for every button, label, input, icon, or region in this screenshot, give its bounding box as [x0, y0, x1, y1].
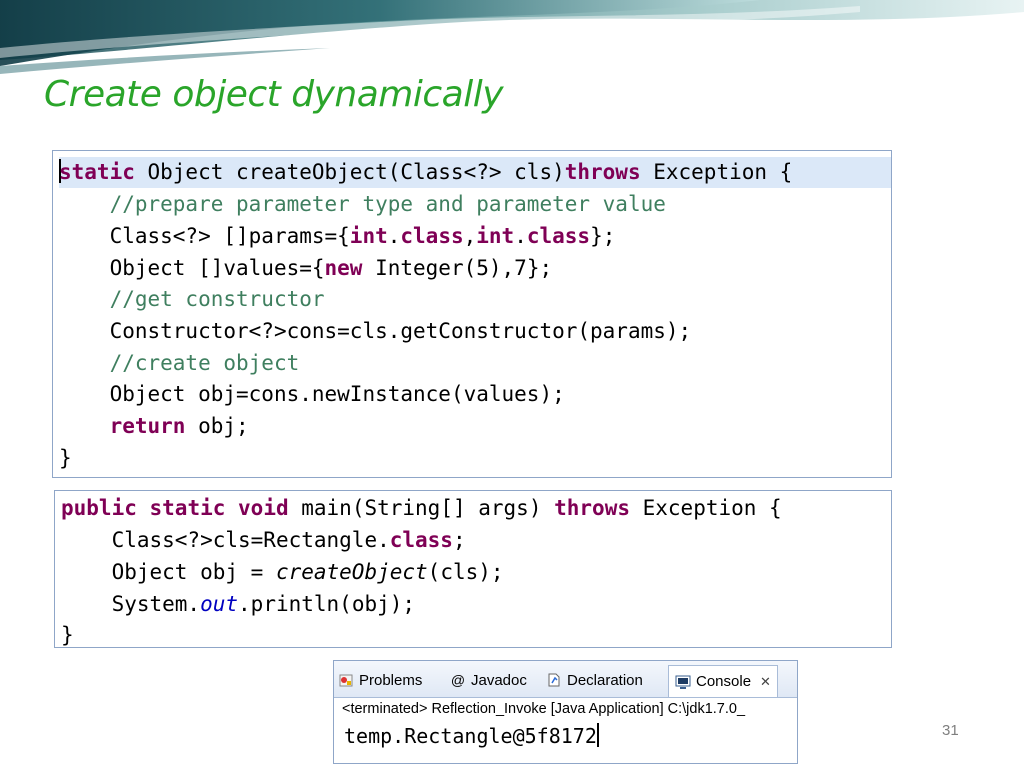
keyword-new: new	[324, 256, 363, 280]
console-status-line: <terminated> Reflection_Invoke [Java App…	[342, 701, 746, 717]
keyword-int: int	[476, 224, 515, 248]
code-text: ;	[452, 528, 466, 552]
code-text: }	[59, 446, 72, 470]
code-text: Class<?>cls=Rectangle.	[111, 528, 390, 552]
code-text: Integer(5),7};	[362, 256, 553, 280]
code-panel-create-object: static Object createObject(Class<?> cls)…	[52, 150, 892, 478]
problems-icon	[338, 672, 354, 688]
slide-title: Create object dynamically	[44, 74, 504, 115]
console-output-text: temp.Rectangle@5f8172	[344, 724, 597, 748]
tab-label: Console	[696, 673, 752, 690]
header-wave-decoration	[0, 0, 1024, 74]
code-text: obj;	[185, 414, 249, 438]
console-view: Problems @ Javadoc Declaration Console ✕…	[333, 660, 798, 764]
code-text: Object obj=cons.newInstance(values);	[109, 382, 565, 406]
keyword-int: int	[349, 224, 388, 248]
keyword-public: public	[61, 496, 137, 520]
code-text: .	[514, 224, 527, 248]
code-comment: //create object	[109, 351, 300, 375]
console-tab-bar: Problems @ Javadoc Declaration Console ✕	[334, 661, 797, 698]
keyword-static: static	[59, 160, 135, 184]
code-line-7: //create object	[59, 348, 300, 379]
static-field: out	[200, 592, 239, 616]
code-text: System.	[111, 592, 201, 616]
code-line-4: System.out.println(obj);	[61, 589, 415, 620]
keyword-throws: throws	[554, 496, 630, 520]
code-line-10: }	[59, 443, 72, 474]
code-text: Object obj =	[111, 560, 276, 584]
code-line-6: Constructor<?>cons=cls.getConstructor(pa…	[59, 316, 692, 347]
code-text: Constructor<?>cons=cls.getConstructor(pa…	[109, 319, 692, 343]
keyword-throws: throws	[564, 160, 641, 184]
code-line-8: Object obj=cons.newInstance(values);	[59, 379, 565, 410]
code-line-3: Object obj = createObject(cls);	[61, 557, 504, 588]
console-icon	[675, 674, 691, 690]
code-line-1: public static void main(String[] args) t…	[61, 493, 782, 524]
code-text: }	[61, 623, 74, 647]
javadoc-icon: @	[450, 672, 466, 688]
code-line-1: static Object createObject(Class<?> cls)…	[59, 157, 891, 188]
tab-label: Problems	[359, 671, 423, 689]
tab-declaration[interactable]: Declaration	[546, 667, 643, 693]
tab-console[interactable]: Console ✕	[668, 665, 778, 697]
keyword-class: class	[400, 224, 464, 248]
code-line-9: return obj;	[59, 411, 249, 442]
text-caret	[596, 723, 599, 747]
tab-javadoc[interactable]: @ Javadoc	[450, 667, 527, 693]
code-line-3: Class<?> []params={int.class,int.class};	[59, 221, 616, 252]
code-text: Object []values={	[109, 256, 325, 280]
method-call-italic: createObject	[275, 560, 428, 584]
code-text: main(String[] args)	[288, 496, 555, 520]
code-text: (cls);	[427, 560, 504, 584]
code-text: ,	[463, 224, 477, 248]
code-line-5: //get constructor	[59, 284, 325, 315]
code-line-4: Object []values={new Integer(5),7};	[59, 253, 553, 284]
code-comment: //get constructor	[109, 287, 325, 311]
code-line-2: //prepare parameter type and parameter v…	[59, 189, 666, 220]
code-text: .	[387, 224, 401, 248]
page-number: 31	[942, 722, 959, 739]
keyword-static: static	[149, 496, 226, 520]
keyword-return: return	[109, 414, 186, 438]
code-text: Object createObject(Class<?> cls)	[134, 160, 565, 184]
keyword-class: class	[526, 224, 591, 248]
code-comment: //prepare parameter type and parameter v…	[109, 192, 666, 216]
code-line-5: }	[61, 620, 74, 647]
code-text: Class<?> []params={	[109, 224, 350, 248]
code-text: };	[590, 224, 616, 248]
tab-label: Javadoc	[471, 671, 527, 689]
keyword-void: void	[238, 496, 289, 520]
tab-problems[interactable]: Problems	[338, 667, 422, 693]
console-output[interactable]: temp.Rectangle@5f8172	[344, 723, 599, 748]
code-text: .println(obj);	[238, 592, 416, 616]
code-text: Exception {	[640, 160, 793, 184]
keyword-class: class	[389, 528, 453, 552]
code-text: Exception {	[629, 496, 782, 520]
close-icon[interactable]: ✕	[760, 674, 771, 690]
tab-label: Declaration	[567, 671, 643, 689]
declaration-icon	[546, 672, 562, 688]
code-line-2: Class<?>cls=Rectangle.class;	[61, 525, 466, 556]
code-panel-main: public static void main(String[] args) t…	[54, 490, 892, 648]
